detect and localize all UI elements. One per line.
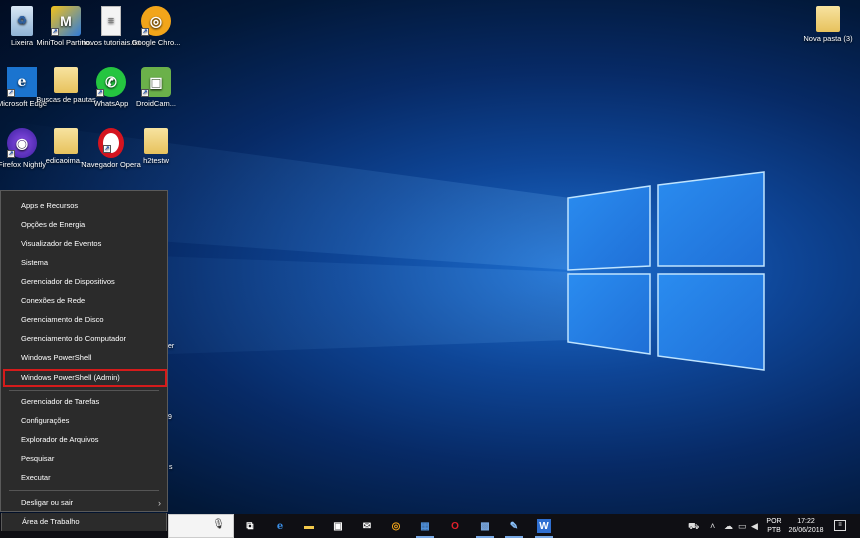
mail-icon[interactable]: ✉: [360, 519, 374, 533]
menu-item-desligar-ou-sair[interactable]: Desligar ou sair ›: [1, 494, 167, 512]
language-code: POR: [766, 518, 782, 525]
menu-item-explorador-de-arquivos[interactable]: Explorador de Arquivos: [1, 431, 167, 449]
chrome-taskbar-icon[interactable]: ◎: [389, 519, 403, 533]
text-file-icon: ≡: [101, 6, 121, 36]
desktop-icon-label: h2testw: [143, 156, 169, 165]
menu-item-label: Desligar ou sair: [21, 498, 74, 507]
action-center-icon[interactable]: ≡: [834, 520, 846, 531]
menu-item-gerenciamento-de-disco[interactable]: Gerenciamento de Disco: [1, 311, 167, 329]
word-taskbar-icon[interactable]: W: [537, 519, 551, 533]
taskbar-search-box[interactable]: 🎙: [168, 514, 234, 538]
network-icon[interactable]: ▭: [738, 521, 747, 532]
menu-separator: [9, 490, 159, 491]
menu-item-gerenciador-de-tarefas[interactable]: Gerenciador de Tarefas: [1, 393, 167, 411]
onedrive-icon[interactable]: ☁: [724, 521, 733, 532]
desktop-icon-label-partial: er: [168, 343, 175, 350]
app-blue-taskbar-icon[interactable]: ▦: [418, 519, 432, 533]
menu-item-apps-e-recursos[interactable]: Apps e Recursos: [1, 197, 167, 215]
menu-item-windows-powershell-admin[interactable]: Windows PowerShell (Admin): [3, 369, 167, 387]
menu-item-sistema[interactable]: Sistema: [1, 254, 167, 272]
firefox-nightly-icon: ◉ ↗: [7, 128, 37, 158]
menu-item-area-de-trabalho[interactable]: Área de Trabalho: [1, 513, 167, 531]
file-explorer-icon[interactable]: ▬: [302, 519, 316, 533]
task-view-icon[interactable]: ⧉: [243, 519, 257, 533]
folder-icon: [54, 128, 78, 154]
store-icon[interactable]: ▣: [331, 519, 345, 533]
droidcam-icon: ▣ ↗: [141, 67, 171, 97]
folder-icon: [54, 67, 78, 93]
desktop-icon-label: DroidCam...: [135, 99, 176, 108]
people-icon[interactable]: ⛟: [688, 521, 699, 533]
clock-date: 26/06/2018: [788, 527, 824, 534]
chevron-up-icon[interactable]: ˄: [710, 521, 715, 531]
volume-icon[interactable]: ◀: [751, 521, 758, 532]
menu-item-windows-powershell[interactable]: Windows PowerShell: [1, 349, 167, 367]
keyboard-layout-code: PTB: [767, 527, 781, 534]
opera-taskbar-icon[interactable]: O: [448, 519, 462, 533]
chevron-right-icon: ›: [158, 498, 161, 508]
menu-item-visualizador-de-eventos[interactable]: Visualizador de Eventos: [1, 235, 167, 253]
monitor-app-taskbar-icon[interactable]: ▩: [478, 519, 492, 533]
desktop-icon-nova-pasta[interactable]: Nova pasta (3): [798, 6, 858, 43]
recycle-bin-icon: ♻: [11, 6, 33, 36]
desktop-icon-label: Google Chro...: [131, 38, 181, 47]
desktop-icon-droidcam[interactable]: ▣ ↗ DroidCam...: [126, 67, 186, 108]
clock-time: 17:22: [797, 518, 815, 525]
pencil-app-taskbar-icon[interactable]: ✎: [507, 519, 521, 533]
folder-icon: [144, 128, 168, 154]
desktop-icon-label: Nova pasta (3): [803, 34, 853, 43]
menu-item-opcoes-de-energia[interactable]: Opções de Energia: [1, 216, 167, 234]
menu-item-conexoes-de-rede[interactable]: Conexões de Rede: [1, 292, 167, 310]
opera-icon: ↗: [98, 128, 124, 158]
menu-item-pesquisar[interactable]: Pesquisar: [1, 450, 167, 468]
whatsapp-icon: ✆ ↗: [96, 67, 126, 97]
minitool-icon: M ↗: [51, 6, 81, 36]
edge-taskbar-icon[interactable]: e: [273, 519, 287, 533]
chrome-icon: ◎ ↗: [141, 6, 171, 36]
input-language-indicator[interactable]: POR PTB: [764, 517, 784, 538]
winx-context-menu: Apps e Recursos Opções de Energia Visual…: [0, 190, 168, 512]
microphone-icon[interactable]: 🎙: [212, 519, 225, 530]
desktop-icon-google-chrome[interactable]: ◎ ↗ Google Chro...: [126, 6, 186, 47]
menu-separator: [9, 390, 159, 391]
edge-icon: e ↗: [7, 67, 37, 97]
menu-item-executar[interactable]: Executar: [1, 469, 167, 487]
desktop-icon-label-partial: 9: [168, 414, 172, 421]
menu-item-gerenciador-de-dispositivos[interactable]: Gerenciador de Dispositivos: [1, 273, 167, 291]
menu-item-gerenciamento-do-computador[interactable]: Gerenciamento do Computador: [1, 330, 167, 348]
menu-item-configuracoes[interactable]: Configurações: [1, 412, 167, 430]
desktop-icon-label-partial: s: [169, 464, 173, 471]
system-clock[interactable]: 17:22 26/06/2018: [786, 517, 826, 538]
folder-icon: [816, 6, 840, 32]
desktop-icon-h2testw[interactable]: h2testw: [126, 128, 186, 165]
